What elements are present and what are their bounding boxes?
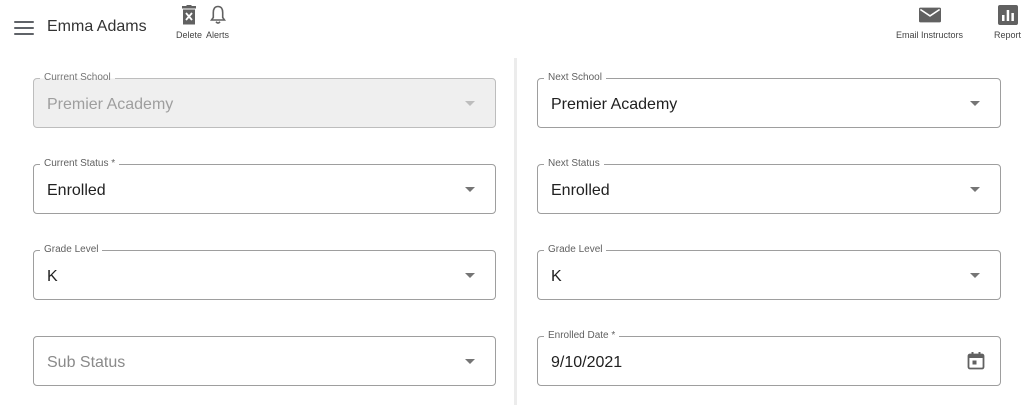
menu-icon[interactable] (14, 21, 34, 35)
chevron-down-icon (465, 187, 475, 192)
next-status-value: Enrolled (551, 182, 610, 199)
sub-status-placeholder: Sub Status (47, 354, 126, 371)
enrolled-date-input[interactable]: Enrolled Date * 9/10/2021 (537, 329, 1001, 386)
delete-button[interactable]: Delete (176, 4, 202, 40)
delete-label: Delete (176, 30, 203, 40)
email-instructors-button[interactable]: Email Instructors (896, 4, 963, 40)
enrolled-date-label: Enrolled Date * (544, 329, 620, 343)
next-school-select[interactable]: Next School Premier Academy (537, 71, 1001, 128)
next-grade-level-label: Grade Level (544, 243, 607, 257)
chevron-down-icon (465, 273, 475, 278)
next-status-select[interactable]: Next Status Enrolled (537, 157, 1001, 214)
next-grade-level-value: K (551, 268, 562, 285)
chevron-down-icon (465, 101, 475, 106)
chevron-down-icon (970, 101, 980, 106)
mail-icon (918, 4, 941, 26)
chevron-down-icon (970, 273, 980, 278)
enrolled-date-value: 9/10/2021 (551, 354, 623, 371)
report-label: Report (994, 30, 1022, 40)
current-enrollment-panel: Current School Premier Academy Current S… (13, 58, 514, 405)
current-status-select[interactable]: Current Status * Enrolled (33, 157, 496, 214)
alerts-button[interactable]: Alerts (206, 4, 229, 40)
current-grade-level-value: K (47, 268, 58, 285)
alerts-label: Alerts (206, 30, 230, 40)
bell-icon (207, 4, 229, 26)
current-school-select: Current School Premier Academy (33, 71, 496, 128)
current-school-label: Current School (40, 71, 115, 85)
sub-status-select[interactable]: Sub Status (33, 336, 496, 386)
current-school-value: Premier Academy (47, 96, 174, 113)
current-grade-level-label: Grade Level (40, 243, 103, 257)
student-name: Emma Adams (47, 18, 147, 35)
calendar-icon[interactable] (966, 351, 986, 371)
chevron-down-icon (970, 187, 980, 192)
email-instructors-label: Email Instructors (896, 30, 964, 40)
next-school-value: Premier Academy (551, 96, 678, 113)
report-button[interactable]: Report (994, 4, 1021, 40)
chevron-down-icon (465, 359, 475, 364)
top-toolbar: Emma Adams Delete Alerts Email Instructo… (0, 0, 1031, 58)
trash-icon (178, 4, 200, 26)
bar-chart-icon (997, 4, 1019, 26)
next-grade-level-select[interactable]: Grade Level K (537, 243, 1001, 300)
current-status-label: Current Status * (40, 157, 120, 171)
next-status-label: Next Status (544, 157, 604, 171)
next-school-label: Next School (544, 71, 606, 85)
current-grade-level-select[interactable]: Grade Level K (33, 243, 496, 300)
next-enrollment-panel: Next School Premier Academy Next Status … (517, 58, 1031, 405)
current-status-value: Enrolled (47, 182, 106, 199)
